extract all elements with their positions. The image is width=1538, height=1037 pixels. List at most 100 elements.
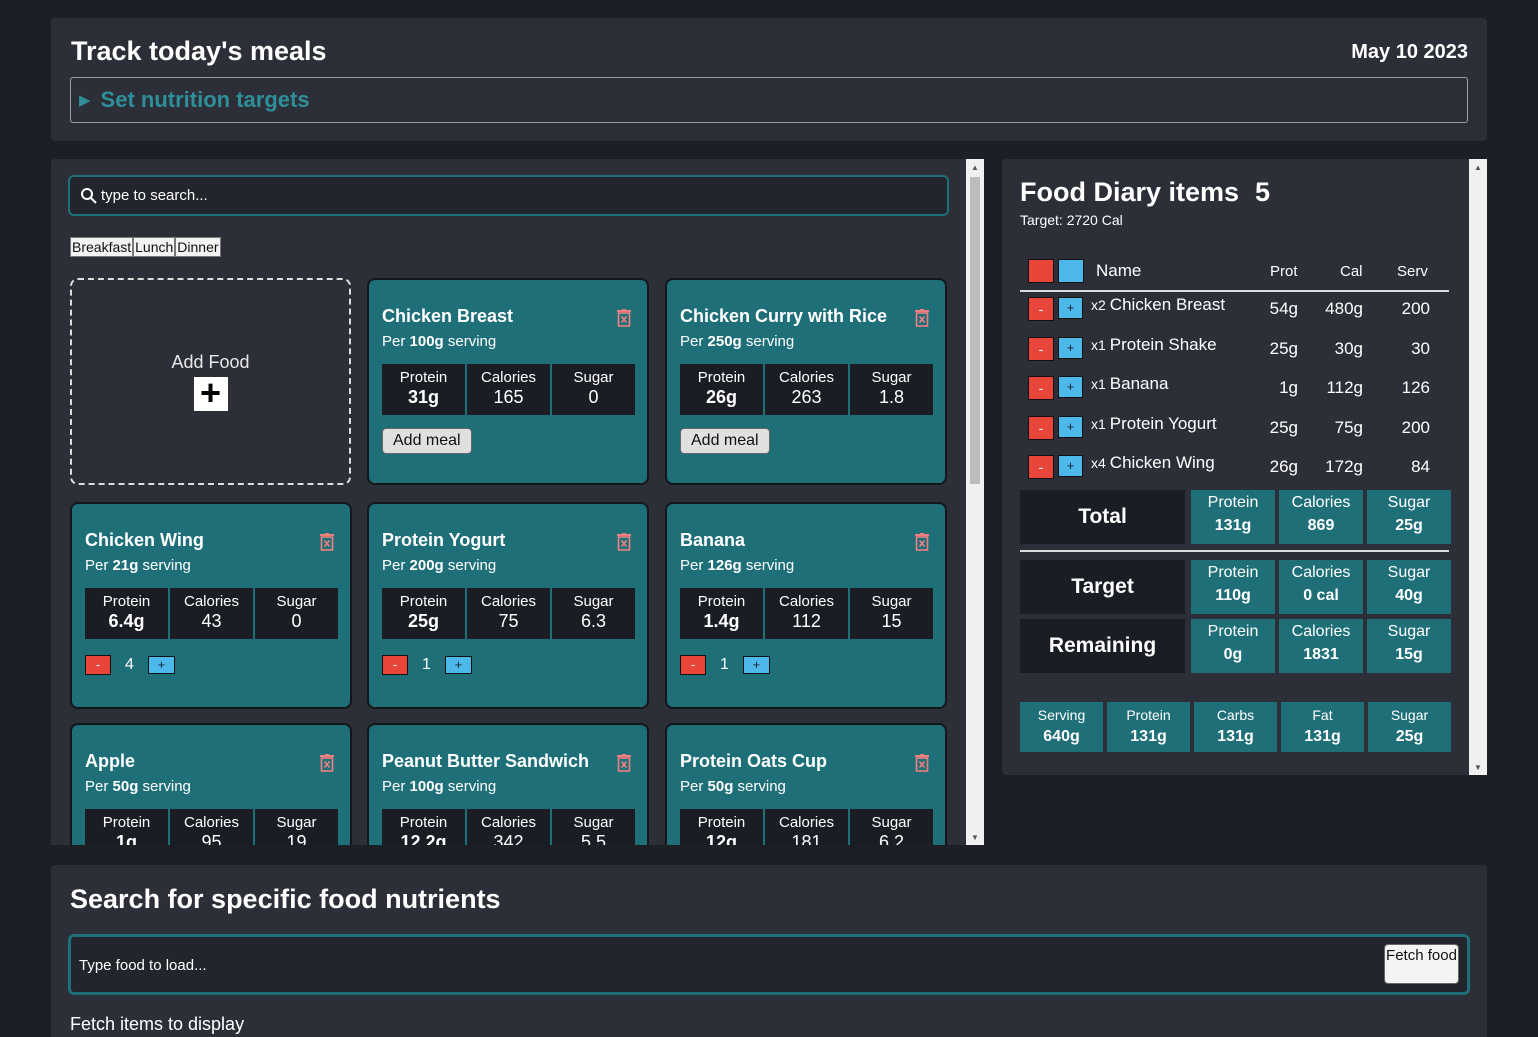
add-item-button[interactable]: + (1058, 336, 1083, 359)
trash-icon[interactable] (617, 309, 631, 327)
item-serving: 200 (1401, 417, 1430, 437)
food-name: Chicken Wing (85, 530, 204, 550)
trash-icon[interactable] (617, 754, 631, 772)
stat-calories: Calories 165 (467, 364, 550, 415)
stat-label: Sugar (871, 814, 912, 831)
add-meal-button[interactable]: Add meal (680, 428, 770, 454)
total-sugar-label: Sugar (1387, 494, 1431, 511)
serving-size: 250g (707, 333, 742, 350)
food-name: Banana (680, 530, 746, 550)
serving-label: serving (745, 557, 795, 574)
food-search-input[interactable]: type to search... (68, 175, 949, 216)
macro-label: Carbs (1216, 707, 1255, 723)
tab-dinner[interactable]: Dinner (175, 237, 221, 257)
plus-icon: + (193, 375, 228, 411)
stat-calories: Calories 95 (170, 809, 253, 845)
stat-value: 6.3 (580, 611, 607, 631)
remaining-protein-value: 0g (1223, 646, 1243, 663)
item-serving: 200 (1401, 299, 1430, 318)
nutrient-search-input[interactable]: Type food to load... Fetch food (68, 934, 1470, 995)
remove-item-button[interactable]: - (1028, 336, 1054, 361)
stat-calories: Calories 181 (765, 809, 848, 845)
total-protein-label: Protein (1207, 494, 1259, 511)
per-label: Per (680, 333, 704, 350)
diary-target-text: Target: 2720 Cal (1020, 212, 1123, 228)
item-protein: 26g (1269, 457, 1298, 476)
stat-label: Sugar (276, 814, 317, 831)
quantity-value: 1 (720, 656, 729, 673)
food-card: Protein Yogurt Per 200g serving Protein 2… (367, 502, 649, 709)
stat-label: Sugar (573, 593, 614, 610)
macro-label: Fat (1312, 707, 1333, 723)
trash-icon[interactable] (915, 754, 929, 772)
add-all-button[interactable] (1058, 259, 1084, 283)
diary-scrollbar[interactable]: ▲ ▼ (1469, 159, 1487, 775)
stat-label: Calories (480, 814, 537, 831)
increase-quantity-button[interactable]: + (147, 656, 175, 674)
add-item-button[interactable]: + (1058, 455, 1083, 477)
serving-label: serving (447, 778, 497, 795)
increase-quantity-button[interactable]: + (742, 656, 770, 674)
trash-icon[interactable] (915, 533, 929, 551)
total-protein-value: 131g (1214, 517, 1252, 534)
stat-label: Sugar (573, 369, 614, 386)
per-label: Per (680, 557, 704, 574)
macro-label: Protein (1126, 707, 1171, 723)
item-name: Protein Yogurt (1109, 413, 1217, 433)
target-protein: Protein 110g (1191, 560, 1275, 614)
expand-triangle-icon: ▶ (79, 92, 91, 109)
food-stats: Protein 6.4g Calories 43 Sugar 0 (85, 588, 338, 639)
remove-item-button[interactable]: - (1028, 376, 1054, 400)
trash-icon[interactable] (915, 309, 929, 327)
decrease-quantity-button[interactable]: - (382, 655, 408, 675)
remove-item-button[interactable]: - (1028, 415, 1054, 440)
add-item-button[interactable]: + (1058, 376, 1083, 398)
page-title: Track today's meals (71, 36, 327, 66)
trash-icon[interactable] (617, 533, 631, 551)
diary-scroll-up-arrow-icon[interactable]: ▲ (1469, 163, 1487, 172)
quantity-value: 4 (125, 656, 134, 673)
item-calories: 480g (1325, 299, 1363, 318)
stat-value: 25g (407, 611, 440, 631)
decrease-quantity-button[interactable]: - (680, 655, 706, 675)
add-item-button[interactable]: + (1058, 297, 1083, 319)
scroll-up-arrow-icon[interactable]: ▲ (966, 163, 984, 172)
increase-quantity-button[interactable]: + (444, 656, 472, 674)
nutrient-search-title: Search for specific food nutrients (70, 884, 501, 914)
add-item-button[interactable]: + (1058, 415, 1083, 438)
serving-label: serving (745, 333, 795, 350)
nutrition-targets-toggle[interactable]: ▶ Set nutrition targets (70, 77, 1468, 123)
fetch-food-button[interactable]: Fetch food (1384, 944, 1459, 984)
diary-scroll-down-arrow-icon[interactable]: ▼ (1469, 763, 1487, 772)
tab-lunch[interactable]: Lunch (133, 237, 176, 257)
food-stats: Protein 26g Calories 263 Sugar 1.8 (680, 364, 933, 415)
stat-value: 75 (498, 611, 519, 631)
food-name: Protein Oats Cup (680, 751, 828, 771)
scrollbar-thumb[interactable] (970, 177, 980, 484)
food-list-scrollbar[interactable]: ▲ ▼ (966, 159, 984, 845)
food-name: Apple (85, 751, 136, 771)
remaining-label: Remaining (1020, 619, 1185, 673)
trash-icon[interactable] (320, 754, 334, 772)
tab-breakfast[interactable]: Breakfast (70, 237, 134, 257)
scroll-down-arrow-icon[interactable]: ▼ (966, 833, 984, 842)
add-food-card[interactable]: Add Food + (70, 278, 351, 485)
food-stats: Protein 1g Calories 95 Sugar 19 (85, 809, 338, 845)
macro-value: 640g (1043, 728, 1080, 745)
add-meal-button[interactable]: Add meal (382, 428, 472, 454)
item-calories: 75g (1334, 417, 1363, 437)
total-calories-value: 869 (1307, 517, 1335, 534)
item-multiplier: x1 (1091, 376, 1106, 392)
target-row: Target Protein 110g Calories 0 cal Sugar 40… (1020, 560, 1451, 614)
stat-value: 12.2g (400, 832, 447, 845)
decrease-quantity-button[interactable]: - (85, 655, 111, 675)
trash-icon[interactable] (320, 533, 334, 551)
meal-tabs: Breakfast Lunch Dinner (70, 237, 221, 257)
stat-label: Protein (697, 814, 746, 831)
remove-item-button[interactable]: - (1028, 455, 1054, 479)
remove-item-button[interactable]: - (1028, 297, 1054, 321)
stat-calories: Calories 112 (765, 588, 848, 639)
diary-title-text: Food Diary items (1020, 177, 1240, 207)
remove-all-button[interactable] (1028, 259, 1054, 283)
quantity-stepper: - 1 + (382, 655, 472, 675)
